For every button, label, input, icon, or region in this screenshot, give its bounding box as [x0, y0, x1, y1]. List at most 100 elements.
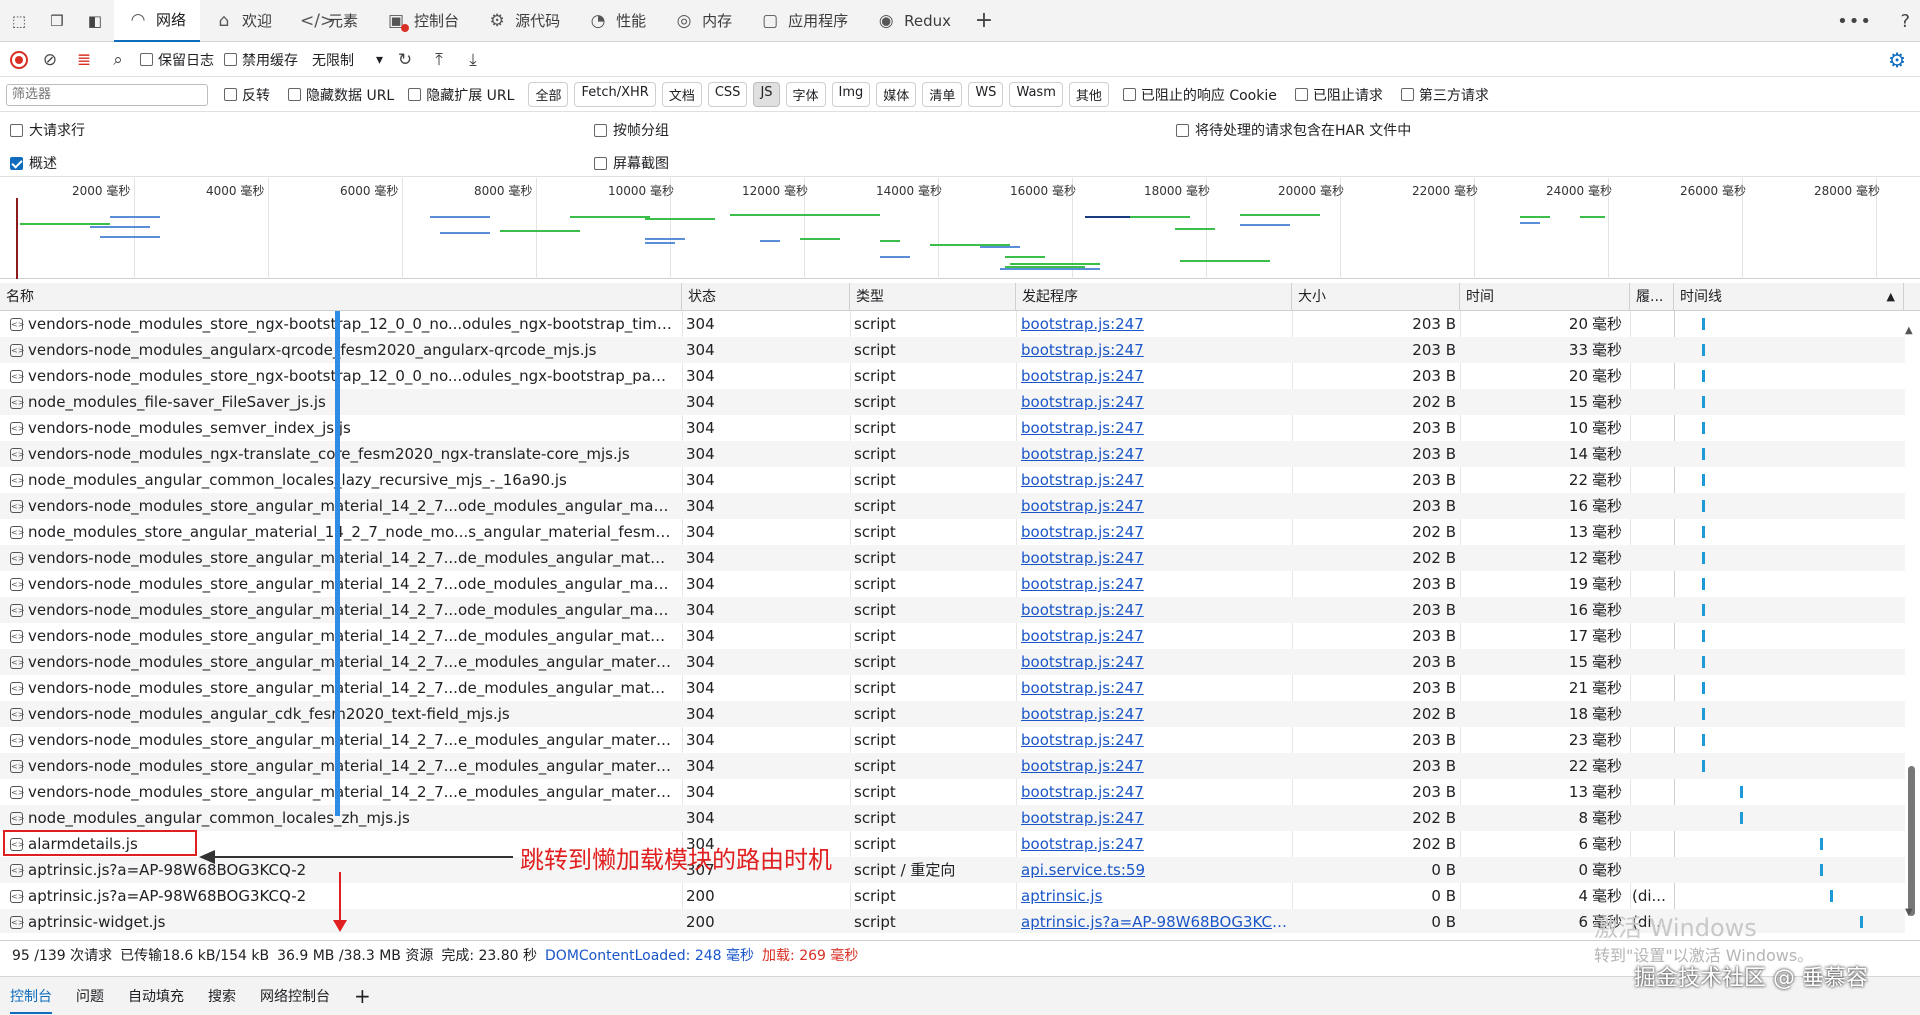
- table-row[interactable]: <> vendors-node_modules_store_angular_mat…: [0, 675, 1905, 701]
- type-filter-pill[interactable]: 其他: [1068, 82, 1109, 107]
- table-row[interactable]: <> vendors-node_modules_store_ngx-bootstr…: [0, 311, 1905, 337]
- table-row[interactable]: <> vendors-node_modules_angular_cdk_fesm2…: [0, 701, 1905, 727]
- cell-initiator[interactable]: bootstrap.js:247: [1021, 415, 1289, 441]
- cell-initiator[interactable]: bootstrap.js:247: [1021, 389, 1289, 415]
- type-filter-pill[interactable]: 全部: [528, 82, 569, 107]
- inspect-element-icon[interactable]: ⬚: [0, 0, 38, 42]
- network-conditions-icon[interactable]: ↻: [393, 50, 417, 70]
- add-drawer-tab-icon[interactable]: +: [354, 984, 371, 1008]
- har-pending-checkbox[interactable]: 将待处理的请求包含在HAR 文件中: [1176, 120, 1411, 140]
- tab-6[interactable]: ◎ 内存: [660, 0, 746, 42]
- table-row[interactable]: <> vendors-node_modules_store_angular_mat…: [0, 779, 1905, 805]
- cell-initiator[interactable]: bootstrap.js:247: [1021, 363, 1289, 389]
- table-row[interactable]: <> aptrinsic.js?a=AP-98W68BOG3KCQ-2 200 scr…: [0, 883, 1905, 909]
- device-emulation-icon[interactable]: ❒: [38, 0, 76, 42]
- column-status-header[interactable]: 状态: [682, 283, 850, 311]
- table-row[interactable]: <> vendors-node_modules_store_ngx-bootstr…: [0, 363, 1905, 389]
- type-filter-pill[interactable]: WS: [968, 82, 1004, 107]
- table-row[interactable]: <> node_modules_store_angular_material_14…: [0, 519, 1905, 545]
- disable-cache-checkbox[interactable]: 禁用缓存: [224, 50, 298, 70]
- filter-toggle-icon[interactable]: ≣: [72, 50, 96, 70]
- type-filter-pill[interactable]: Wasm: [1009, 82, 1063, 107]
- hide-data-url-checkbox[interactable]: 隐藏数据 URL: [288, 85, 394, 105]
- scroll-up-icon[interactable]: ▲: [1905, 325, 1913, 336]
- overview-checkbox[interactable]: 概述: [10, 153, 57, 173]
- table-row[interactable]: <> aptrinsic.js?a=AP-98W68BOG3KCQ-2 307 scr…: [0, 857, 1905, 883]
- scrollbar-thumb[interactable]: [1908, 766, 1915, 916]
- cell-initiator[interactable]: bootstrap.js:247: [1021, 571, 1289, 597]
- import-har-icon[interactable]: ⤒: [427, 50, 451, 70]
- table-row[interactable]: <> vendors-node_modules_store_angular_mat…: [0, 597, 1905, 623]
- type-filter-pill[interactable]: 清单: [922, 82, 963, 107]
- cell-initiator[interactable]: bootstrap.js:247: [1021, 441, 1289, 467]
- type-filter-pill[interactable]: 媒体: [876, 82, 917, 107]
- cell-initiator[interactable]: bootstrap.js:247: [1021, 311, 1289, 337]
- drawer-tab[interactable]: 自动填充: [128, 986, 184, 1006]
- filter-input[interactable]: [6, 83, 208, 106]
- table-row[interactable]: <> vendors-node_modules_semver_index_js.j…: [0, 415, 1905, 441]
- column-waterfall-header[interactable]: 时间线 ▲: [1674, 283, 1904, 311]
- table-scrollbar[interactable]: ▲ ▼: [1904, 311, 1918, 933]
- table-row[interactable]: <> alarmdetails.js 304 script bootstrap.js:2…: [0, 831, 1905, 857]
- record-stop-button[interactable]: [10, 50, 28, 69]
- table-row[interactable]: <> vendors-node_modules_store_angular_mat…: [0, 727, 1905, 753]
- column-time-header[interactable]: 时间: [1460, 283, 1630, 311]
- large-rows-checkbox[interactable]: 大请求行: [10, 120, 85, 140]
- overview-timeline[interactable]: 2000 毫秒 4000 毫秒 6000 毫秒 8000 毫秒 10000 毫秒 1200…: [0, 178, 1920, 279]
- drawer-tab[interactable]: 控制台: [10, 986, 52, 1014]
- type-filter-pill[interactable]: CSS: [707, 82, 748, 107]
- table-row[interactable]: <> vendors-node_modules_store_angular_mat…: [0, 545, 1905, 571]
- type-filter-pill[interactable]: JS: [753, 82, 780, 107]
- cell-initiator[interactable]: bootstrap.js:247: [1021, 701, 1289, 727]
- cell-initiator[interactable]: bootstrap.js:247: [1021, 805, 1289, 831]
- table-row[interactable]: <> vendors-node_modules_ngx-translate_cor…: [0, 441, 1905, 467]
- cell-initiator[interactable]: aptrinsic.js?a=AP-98W68BOG3KCQ-2:: [1021, 909, 1289, 933]
- cell-initiator[interactable]: bootstrap.js:247: [1021, 337, 1289, 363]
- table-row[interactable]: <> node_modules_angular_common_locales_la…: [0, 467, 1905, 493]
- tab-8[interactable]: ◉ Redux: [862, 0, 965, 42]
- cell-initiator[interactable]: bootstrap.js:247: [1021, 545, 1289, 571]
- cell-initiator[interactable]: bootstrap.js:247: [1021, 831, 1289, 857]
- clear-icon[interactable]: ⊘: [38, 50, 62, 70]
- dock-side-icon[interactable]: ◧: [76, 0, 114, 42]
- drawer-tab[interactable]: 问题: [76, 986, 104, 1006]
- cell-initiator[interactable]: bootstrap.js:247: [1021, 623, 1289, 649]
- column-fulfilled-header[interactable]: 履...: [1630, 283, 1674, 311]
- tab-5[interactable]: ◔ 性能: [574, 0, 660, 42]
- column-initiator-header[interactable]: 发起程序: [1016, 283, 1292, 311]
- table-row[interactable]: <> vendors-node_modules_store_angular_mat…: [0, 571, 1905, 597]
- type-filter-pill[interactable]: 文档: [661, 82, 702, 107]
- type-filter-pill[interactable]: 字体: [785, 82, 826, 107]
- settings-gear-icon[interactable]: ⚙: [1888, 43, 1906, 77]
- table-row[interactable]: <> vendors-node_modules_angularx-qrcode_f…: [0, 337, 1905, 363]
- table-row[interactable]: <> vendors-node_modules_store_angular_mat…: [0, 623, 1905, 649]
- drawer-tab[interactable]: 网络控制台: [260, 986, 330, 1006]
- table-row[interactable]: <> node_modules_file-saver_FileSaver_js.j…: [0, 389, 1905, 415]
- tab-0[interactable]: ◠ 网络: [114, 0, 201, 42]
- tab-2[interactable]: </> 元素: [286, 0, 372, 42]
- blocked-cookies-checkbox[interactable]: 已阻止的响应 Cookie: [1122, 85, 1277, 105]
- cell-initiator[interactable]: bootstrap.js:247: [1021, 753, 1289, 779]
- cell-initiator[interactable]: bootstrap.js:247: [1021, 597, 1289, 623]
- add-tab-icon[interactable]: +: [965, 0, 1003, 42]
- cell-initiator[interactable]: bootstrap.js:247: [1021, 727, 1289, 753]
- table-row[interactable]: <> vendors-node_modules_store_angular_mat…: [0, 493, 1905, 519]
- cell-initiator[interactable]: api.service.ts:59: [1021, 857, 1289, 883]
- tab-7[interactable]: ▢ 应用程序: [746, 0, 862, 42]
- drawer-tab[interactable]: 搜索: [208, 986, 236, 1006]
- screenshots-checkbox[interactable]: 屏幕截图: [594, 153, 669, 173]
- cell-initiator[interactable]: aptrinsic.js: [1021, 883, 1289, 909]
- cell-initiator[interactable]: bootstrap.js:247: [1021, 675, 1289, 701]
- table-row[interactable]: <> vendors-node_modules_store_angular_mat…: [0, 649, 1905, 675]
- cell-initiator[interactable]: bootstrap.js:247: [1021, 649, 1289, 675]
- type-filter-pill[interactable]: Img: [831, 82, 871, 107]
- column-name-header[interactable]: 名称: [0, 283, 682, 311]
- search-icon[interactable]: ⌕: [106, 50, 130, 70]
- more-options-icon[interactable]: •••: [1837, 0, 1872, 42]
- cell-initiator[interactable]: bootstrap.js:247: [1021, 779, 1289, 805]
- tab-1[interactable]: ⌂ 欢迎: [200, 0, 286, 42]
- tab-4[interactable]: ⚙ 源代码: [473, 0, 574, 42]
- help-icon[interactable]: ?: [1900, 0, 1910, 42]
- cell-initiator[interactable]: bootstrap.js:247: [1021, 519, 1289, 545]
- column-type-header[interactable]: 类型: [850, 283, 1016, 311]
